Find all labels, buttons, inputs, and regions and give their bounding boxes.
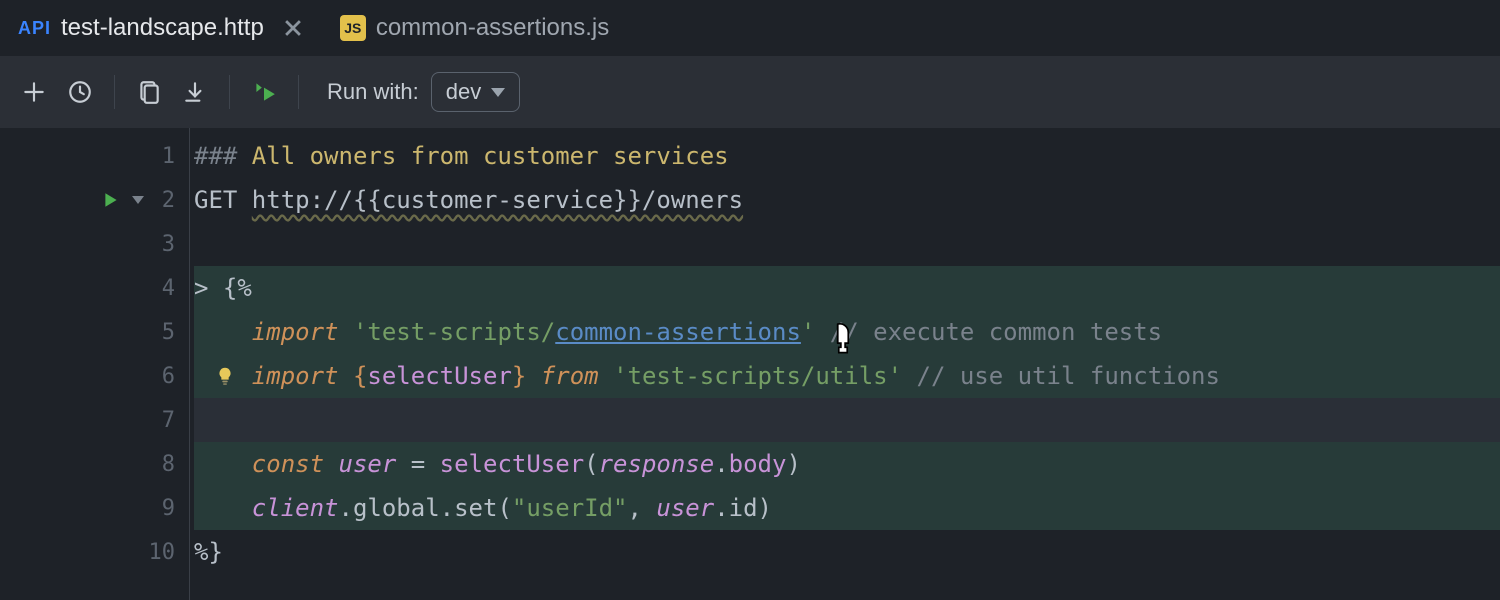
run-with-label: Run with: <box>327 79 419 105</box>
code-line[interactable]: > {% <box>194 266 1500 310</box>
line-number: 2 <box>162 188 175 213</box>
import-button[interactable] <box>175 72 215 112</box>
separator <box>114 75 115 109</box>
js-icon: JS <box>340 15 366 41</box>
run-all-button[interactable] <box>244 72 284 112</box>
chevron-down-icon[interactable] <box>132 196 144 204</box>
line-number: 7 <box>135 408 175 433</box>
line-number: 10 <box>135 540 175 565</box>
code-line[interactable] <box>194 398 1500 442</box>
tab-label: test-landscape.http <box>61 14 264 42</box>
history-button[interactable] <box>60 72 100 112</box>
line-number: 5 <box>135 320 175 345</box>
separator <box>229 75 230 109</box>
tab-bar: API test-landscape.http JS common-assert… <box>0 0 1500 56</box>
line-number: 1 <box>135 144 175 169</box>
code-line[interactable]: const user = selectUser(response.body) <box>194 442 1500 486</box>
chevron-down-icon <box>491 88 505 97</box>
line-number: 3 <box>135 232 175 257</box>
line-number: 6 <box>135 364 175 389</box>
add-request-button[interactable] <box>14 72 54 112</box>
api-icon: API <box>18 18 51 39</box>
gutter: 1 2 3 4 5 6 7 8 9 10 <box>0 128 190 600</box>
environment-value: dev <box>446 79 481 105</box>
code-line[interactable]: GET http://{{customer-service}}/owners <box>194 178 1500 222</box>
import-link[interactable]: common-assertions <box>555 318 801 346</box>
code-line[interactable]: import 'test-scripts/common-assertions' … <box>194 310 1500 354</box>
intention-bulb-icon[interactable] <box>214 365 236 387</box>
tab-label: common-assertions.js <box>376 14 609 42</box>
environment-select[interactable]: dev <box>431 72 520 112</box>
line-number: 9 <box>135 496 175 521</box>
code-area[interactable]: ### All owners from customer services GE… <box>190 128 1500 600</box>
examples-button[interactable] <box>129 72 169 112</box>
close-icon[interactable] <box>282 17 304 39</box>
code-editor[interactable]: 1 2 3 4 5 6 7 8 9 10 ### All owners from… <box>0 128 1500 600</box>
run-request-icon[interactable] <box>102 191 120 209</box>
tab-test-landscape[interactable]: API test-landscape.http <box>0 0 322 56</box>
code-line[interactable]: import {selectUser} from 'test-scripts/u… <box>194 354 1500 398</box>
code-line[interactable]: %} <box>194 530 1500 574</box>
tab-common-assertions[interactable]: JS common-assertions.js <box>322 0 627 56</box>
code-line[interactable]: ### All owners from customer services <box>194 134 1500 178</box>
code-line[interactable]: client.global.set("userId", user.id) <box>194 486 1500 530</box>
code-line[interactable] <box>194 222 1500 266</box>
line-number: 4 <box>135 276 175 301</box>
separator <box>298 75 299 109</box>
editor-toolbar: Run with: dev <box>0 56 1500 128</box>
line-number: 8 <box>135 452 175 477</box>
